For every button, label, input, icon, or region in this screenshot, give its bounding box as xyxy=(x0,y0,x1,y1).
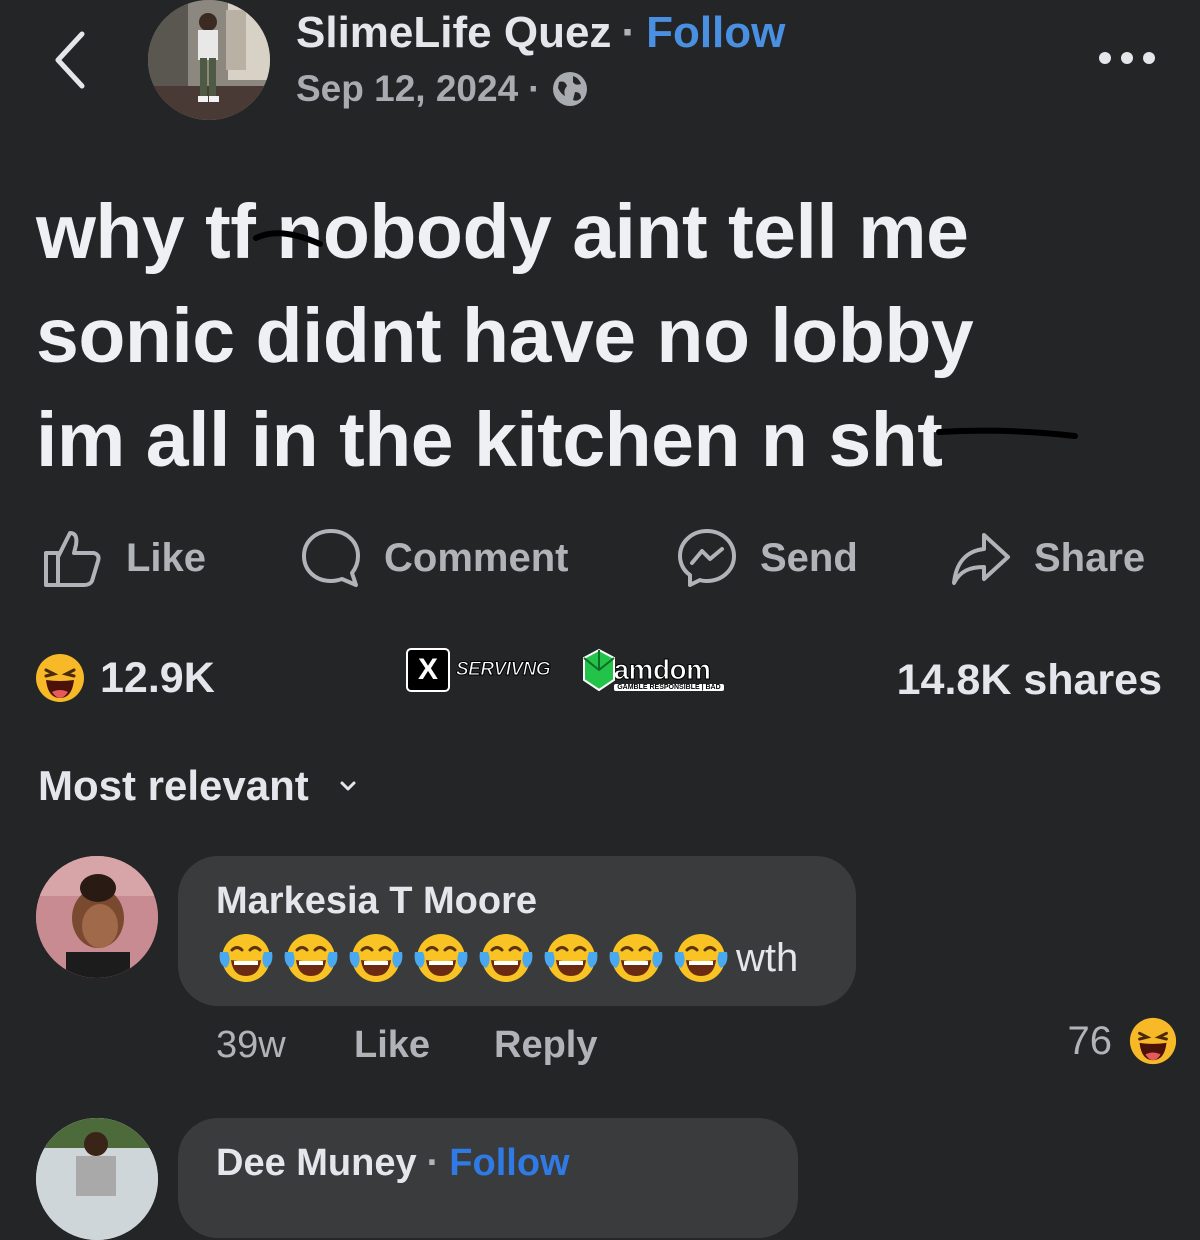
like-button[interactable]: Like xyxy=(42,528,206,588)
more-options-button[interactable] xyxy=(1096,42,1160,74)
follow-button[interactable]: Follow xyxy=(449,1142,569,1184)
share-arrow-icon xyxy=(952,533,1010,585)
comment-text-word: wth xyxy=(736,935,799,980)
commenter-avatar[interactable] xyxy=(36,1118,158,1240)
tears-of-joy-emoji-icon xyxy=(219,934,273,982)
comment-button[interactable]: Comment xyxy=(300,528,568,588)
post-meta: Sep 12, 2024 · xyxy=(296,68,589,110)
thumbs-up-icon xyxy=(44,531,101,587)
x-logo-icon: X xyxy=(406,648,450,692)
emoji-row xyxy=(216,930,736,986)
avatar-photo xyxy=(36,856,158,978)
back-button[interactable] xyxy=(48,28,98,92)
censor-stroke-1 xyxy=(253,230,323,247)
author-avatar[interactable] xyxy=(148,0,270,120)
comment-reaction-count: 76 xyxy=(1067,1018,1113,1063)
like-label: Like xyxy=(126,535,207,580)
messenger-icon xyxy=(678,529,736,587)
post-author-line: SlimeLife Quez · Follow xyxy=(296,8,785,58)
separator-dot: · xyxy=(621,8,637,57)
share-label: Share xyxy=(1034,535,1146,580)
censor-stroke-2 xyxy=(936,427,1078,439)
comment-text: wth xyxy=(216,930,798,986)
globe-icon xyxy=(552,72,587,106)
author-name[interactable]: SlimeLife Quez xyxy=(296,8,611,57)
commenter-avatar[interactable] xyxy=(36,856,158,978)
send-label: Send xyxy=(760,535,858,580)
tears-of-joy-emoji-icon xyxy=(609,934,663,982)
tears-of-joy-emoji-icon xyxy=(674,934,728,982)
chevron-left-icon xyxy=(55,31,85,89)
more-dots-icon xyxy=(1099,52,1155,64)
tears-of-joy-emoji-icon xyxy=(349,934,403,982)
watermark-handle: SERVIVNG xyxy=(455,659,551,681)
avatar-photo xyxy=(36,1118,158,1240)
watermark: X SERVIVNG Gamdom GAMBLE RESPONSIBLE | B… xyxy=(406,648,724,692)
commenter-name-line: Dee Muney · Follow xyxy=(216,1142,570,1185)
commenter-name[interactable]: Markesia T Moore xyxy=(216,880,537,923)
gamdom-cube-icon xyxy=(583,648,615,692)
tears-of-joy-emoji-icon xyxy=(414,934,468,982)
post-text-line-2: sonic didnt have no lobby xyxy=(36,293,974,379)
reaction-count: 12.9K xyxy=(100,653,215,702)
gamdom-tagline: GAMBLE RESPONSIBLE | BAD xyxy=(614,684,724,691)
send-button[interactable]: Send xyxy=(676,528,858,588)
post-text-line-1: why tf nobody aint tell me xyxy=(36,189,969,275)
tears-of-joy-emoji-icon xyxy=(284,934,338,982)
haha-emoji-icon xyxy=(36,654,84,702)
avatar-photo xyxy=(148,0,270,120)
tears-of-joy-emoji-icon xyxy=(544,934,598,982)
separator-dot: · xyxy=(426,1142,440,1184)
comment-reply-button[interactable]: Reply xyxy=(494,1024,597,1067)
separator-dot: · xyxy=(528,68,541,109)
haha-emoji-icon xyxy=(1129,1017,1177,1065)
follow-button[interactable]: Follow xyxy=(646,8,785,57)
comment-label: Comment xyxy=(384,535,569,580)
commenter-name[interactable]: Dee Muney xyxy=(216,1142,417,1184)
comment-bubble-icon xyxy=(302,529,360,587)
sort-label: Most relevant xyxy=(38,762,309,809)
x-logo-text: X xyxy=(417,653,438,686)
comment-reaction-summary[interactable]: 76 xyxy=(1068,1016,1179,1066)
share-count[interactable]: 14.8K shares xyxy=(897,656,1162,705)
tears-of-joy-emoji-icon xyxy=(479,934,533,982)
share-button[interactable]: Share xyxy=(950,528,1145,588)
reaction-summary[interactable]: 12.9K xyxy=(34,652,215,704)
chevron-down-icon xyxy=(340,781,356,791)
sort-dropdown[interactable]: Most relevant xyxy=(38,762,357,810)
post-date[interactable]: Sep 12, 2024 xyxy=(296,68,518,110)
comment-time[interactable]: 39w xyxy=(216,1024,286,1067)
comment-like-button[interactable]: Like xyxy=(354,1024,430,1067)
